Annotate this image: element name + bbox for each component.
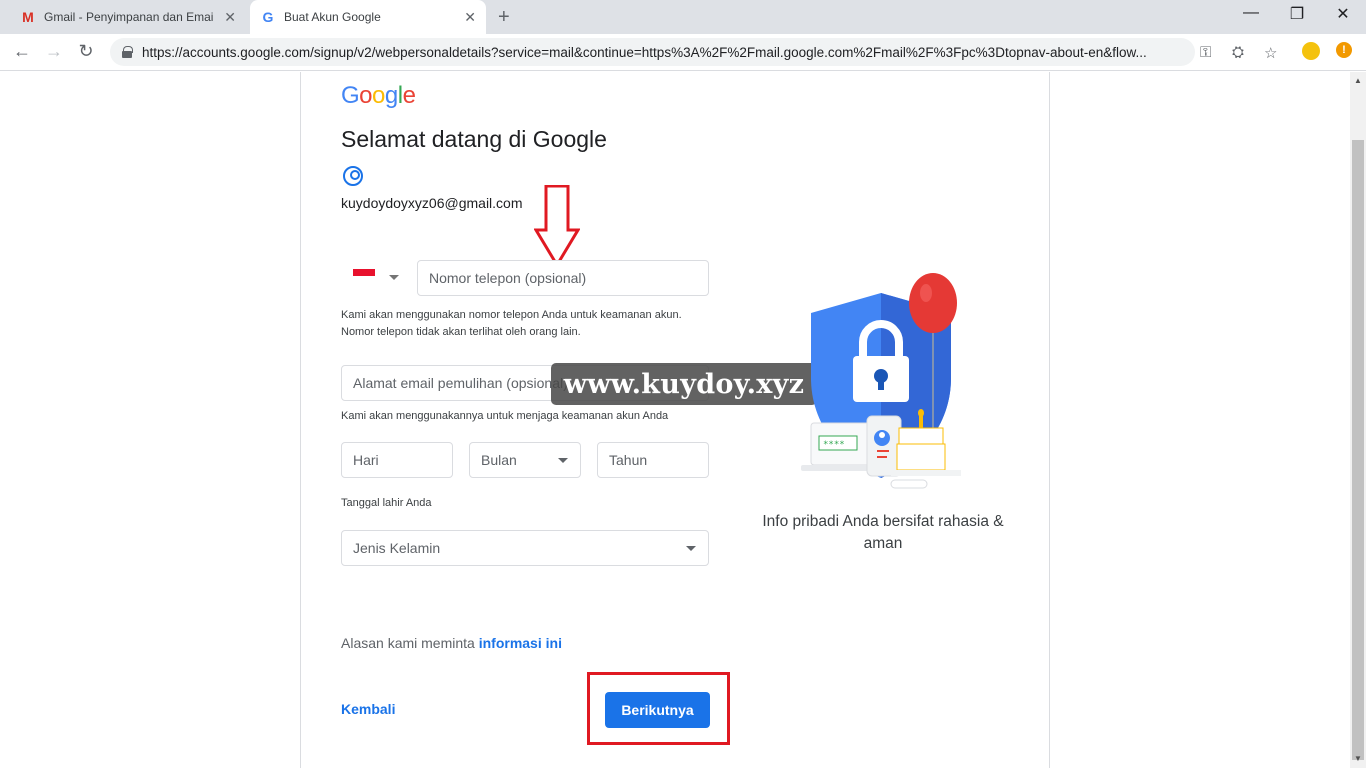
month-placeholder: Bulan (481, 452, 517, 468)
google-logo: Google (341, 82, 416, 109)
reason-text: Alasan kami meminta informasi ini (341, 635, 562, 651)
red-arrow-annotation (534, 185, 580, 267)
close-icon[interactable]: ✕ (464, 9, 476, 26)
security-shield-illustration: **** (801, 273, 961, 489)
phone-input[interactable]: Nomor telepon (opsional) (417, 260, 709, 296)
translate-icon[interactable]: ⛭ (1232, 44, 1244, 61)
day-placeholder: Hari (353, 452, 379, 468)
warning-icon[interactable]: ! (1336, 42, 1352, 58)
illustration-caption: Info pribadi Anda bersifat rahasia & ama… (762, 513, 1004, 552)
next-button[interactable]: Berikutnya (605, 692, 710, 728)
back-arrow-icon[interactable]: ← (10, 41, 34, 62)
tab-strip: M Gmail - Penyimpanan dan Email G ✕ G Bu… (0, 0, 1366, 34)
recovery-placeholder: Alamat email pemulihan (opsional) (353, 375, 568, 391)
tab-title: Buat Akun Google (284, 10, 381, 24)
scrollbar-thumb[interactable] (1352, 140, 1364, 760)
year-placeholder: Tahun (609, 452, 648, 468)
profile-avatar-icon[interactable] (1302, 42, 1320, 60)
svg-text:****: **** (823, 440, 845, 450)
minimize-icon[interactable]: — (1228, 4, 1274, 22)
phone-placeholder: Nomor telepon (opsional) (429, 270, 587, 286)
window-close-icon[interactable]: ✕ (1320, 4, 1366, 24)
forward-arrow-icon[interactable]: → (42, 41, 66, 62)
gmail-icon: M (22, 9, 34, 25)
birth-month-select[interactable]: Bulan (469, 442, 581, 478)
tab-gmail[interactable]: M Gmail - Penyimpanan dan Email G ✕ (0, 0, 246, 34)
birthday-label: Tanggal lahir Anda (341, 497, 432, 509)
account-circle-icon (343, 166, 363, 186)
bookmark-star-icon[interactable]: ☆ (1264, 44, 1277, 62)
new-tab-icon[interactable]: + (498, 6, 510, 29)
google-g-icon: G (262, 9, 274, 25)
country-flag-icon[interactable] (353, 269, 375, 283)
vertical-scrollbar[interactable]: ▲ ▼ (1350, 72, 1366, 768)
info-link[interactable]: informasi ini (479, 635, 562, 651)
restore-icon[interactable]: ❐ (1274, 4, 1320, 24)
key-icon[interactable]: ⚿ (1200, 44, 1211, 61)
birth-year-input[interactable]: Tahun (597, 442, 709, 478)
signup-card: Google Selamat datang di Google kuydoydo… (300, 72, 1050, 768)
gender-select[interactable]: Jenis Kelamin (341, 530, 709, 566)
chevron-down-icon[interactable] (389, 275, 399, 280)
tab-create-account[interactable]: G Buat Akun Google ✕ (250, 0, 486, 34)
url-text: https://accounts.google.com/signup/v2/we… (142, 44, 1147, 60)
chevron-down-icon (558, 458, 568, 463)
birth-day-input[interactable]: Hari (341, 442, 453, 478)
page-viewport: Google Selamat datang di Google kuydoydo… (0, 72, 1350, 768)
back-button[interactable]: Kembali (341, 701, 395, 717)
reason-prefix: Alasan kami meminta (341, 635, 475, 651)
close-icon[interactable]: ✕ (224, 9, 236, 26)
browser-toolbar: ← → ↻ https://accounts.google.com/signup… (0, 34, 1366, 71)
scroll-down-arrow-icon[interactable]: ▼ (1354, 754, 1362, 763)
chevron-down-icon (686, 546, 696, 551)
gender-placeholder: Jenis Kelamin (353, 540, 441, 556)
scroll-up-arrow-icon[interactable]: ▲ (1354, 76, 1362, 85)
tab-title: Gmail - Penyimpanan dan Email G (44, 10, 214, 24)
reload-icon[interactable]: ↻ (74, 41, 98, 62)
address-bar[interactable]: https://accounts.google.com/signup/v2/we… (110, 38, 1195, 66)
phone-help-text: Kami akan menggunakan nomor telepon Anda… (341, 309, 682, 338)
account-email: kuydoydoyxyz06@gmail.com (341, 195, 523, 211)
page-title: Selamat datang di Google (341, 126, 607, 152)
watermark: www.kuydoy.xyz (551, 363, 817, 405)
recovery-help-text: Kami akan menggunakannya untuk menjaga k… (341, 410, 669, 422)
lock-icon (122, 46, 133, 58)
